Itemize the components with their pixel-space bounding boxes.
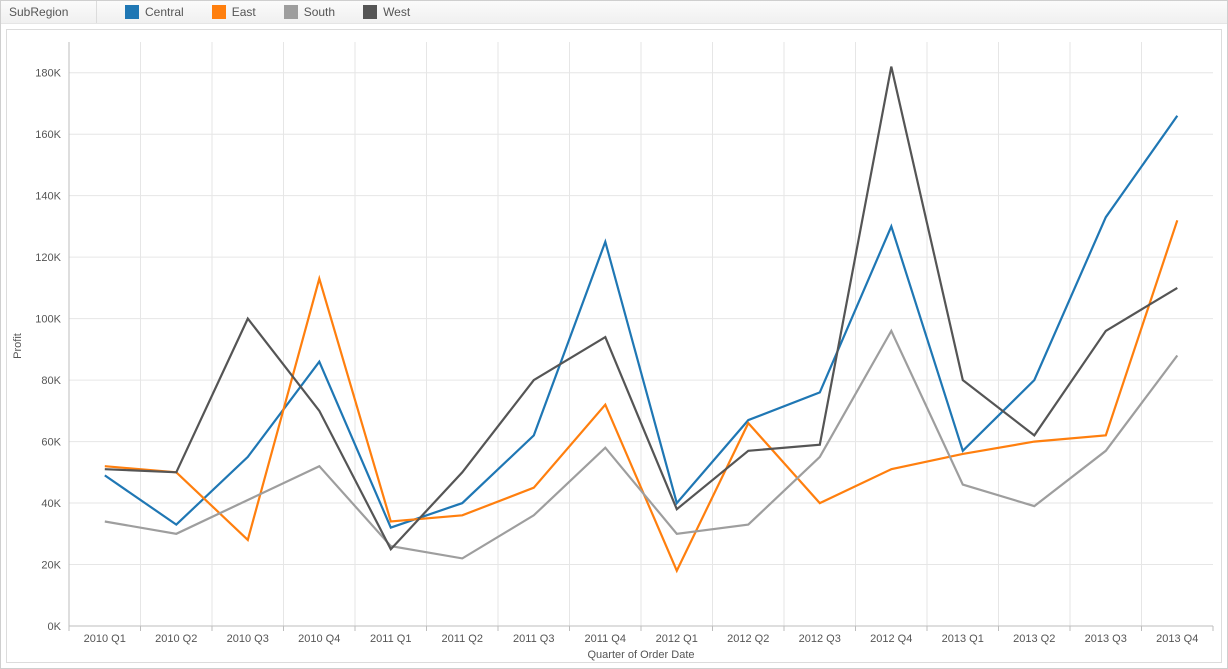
y-tick-label: 20K [41, 560, 61, 572]
line-chart: 0K 20K 40K 60K 80K 100K 120K 140K 160K 180K 2010 Q… [7, 30, 1223, 664]
y-tick-label: 180K [35, 68, 61, 80]
y-tick-label: 160K [35, 129, 61, 141]
x-tick-label: 2012 Q4 [870, 633, 912, 645]
x-tick-label: 2013 Q3 [1085, 633, 1127, 645]
y-tick-label: 140K [35, 191, 61, 203]
x-tick-label: 2012 Q3 [799, 633, 841, 645]
x-tick-label: 2012 Q1 [656, 633, 698, 645]
legend-item-east[interactable]: East [212, 5, 256, 19]
x-tick-label: 2011 Q3 [513, 633, 554, 645]
x-tick-label: 2011 Q4 [585, 633, 626, 645]
legend-label-east: East [232, 5, 256, 19]
legend-item-west[interactable]: West [363, 5, 410, 19]
y-axis-title: Profit [12, 333, 24, 359]
chart-frame: SubRegion Central East South West Profit… [0, 0, 1228, 669]
legend-label-central: Central [145, 5, 184, 19]
chart-area: Profit 0K 20K 40K 60K 80K 100K 120K 140K 160K 180… [6, 29, 1222, 663]
legend-item-south[interactable]: South [284, 5, 335, 19]
legend-swatch-west [363, 5, 377, 19]
legend-swatch-central [125, 5, 139, 19]
y-tick-label: 120K [35, 252, 61, 264]
legend-title-cell: SubRegion [1, 1, 97, 23]
x-tick-label: 2010 Q4 [298, 633, 340, 645]
x-tick-label: 2010 Q2 [155, 633, 197, 645]
legend-swatch-east [212, 5, 226, 19]
legend-title: SubRegion [9, 5, 68, 19]
x-tick-label: 2010 Q1 [84, 633, 126, 645]
y-tick-label: 100K [35, 314, 61, 326]
legend-item-central[interactable]: Central [125, 5, 184, 19]
y-tick-label: 80K [41, 375, 61, 387]
x-tick-label: 2012 Q2 [727, 633, 769, 645]
legend-bar: SubRegion Central East South West [1, 1, 1227, 24]
x-tick-label: 2013 Q2 [1013, 633, 1055, 645]
y-tick-label: 60K [41, 437, 61, 449]
legend-label-west: West [383, 5, 410, 19]
x-tick-label: 2010 Q3 [227, 633, 269, 645]
x-axis-title: Quarter of Order Date [588, 649, 695, 661]
x-tick-label: 2013 Q1 [942, 633, 984, 645]
y-tick-label: 0K [48, 621, 62, 633]
y-tick-label: 40K [41, 498, 61, 510]
x-tick-label: 2013 Q4 [1156, 633, 1198, 645]
legend-swatch-south [284, 5, 298, 19]
x-tick-label: 2011 Q1 [370, 633, 411, 645]
x-tick-label: 2011 Q2 [442, 633, 483, 645]
legend-label-south: South [304, 5, 335, 19]
